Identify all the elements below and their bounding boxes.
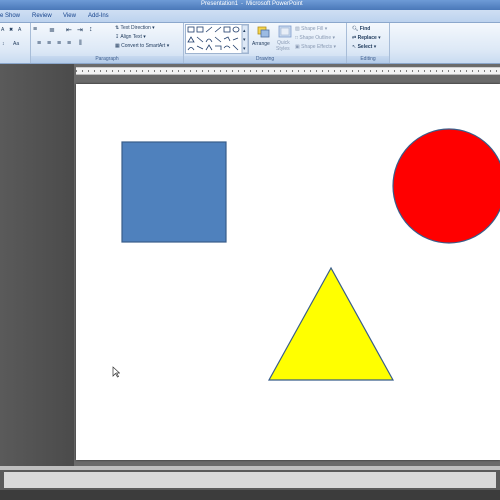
quick-styles-icon bbox=[278, 25, 292, 38]
find-button[interactable]: 🔍︎ Find bbox=[352, 26, 370, 32]
quick-styles-label-2: Styles bbox=[276, 46, 290, 52]
drawing-group-label: Drawing bbox=[184, 56, 346, 63]
decrease-indent-icon[interactable]: ⇤ bbox=[66, 26, 72, 34]
yellow-triangle-shape[interactable] bbox=[267, 266, 395, 381]
notes-splitter[interactable] bbox=[0, 466, 500, 470]
shape-fill-label: Shape Fill bbox=[301, 26, 324, 32]
slides-pane bbox=[0, 64, 74, 466]
arrange-icon bbox=[257, 26, 270, 38]
shape-effects-label: Shape Effects bbox=[301, 44, 333, 50]
font-spacing-icon[interactable]: ↕ bbox=[2, 41, 5, 47]
arrange-label: Arrange bbox=[252, 41, 270, 47]
convert-smartart-button[interactable]: ▦ Convert to SmartArt ▾ bbox=[115, 43, 169, 49]
font-group-partial: A ✖ A ↕ Aa bbox=[0, 23, 31, 63]
tab-review[interactable]: Review bbox=[32, 13, 52, 19]
horizontal-ruler bbox=[76, 67, 500, 75]
text-direction-button[interactable]: ⇅ Text Direction ▾ bbox=[115, 25, 155, 31]
bullets-icon[interactable]: ≡ bbox=[33, 26, 37, 33]
drawing-group: ▴ ▾ ▾ Arrange Quick Styles ▧ Shape Fill … bbox=[184, 23, 347, 63]
align-text-button[interactable]: ↧ Align Text ▾ bbox=[115, 34, 146, 40]
font-icon[interactable]: A bbox=[18, 27, 21, 33]
shapes-gallery[interactable]: ▴ ▾ ▾ bbox=[185, 24, 249, 54]
find-icon: 🔍︎ bbox=[352, 26, 359, 32]
align-left-icon[interactable]: ≡ bbox=[37, 40, 41, 47]
slide-canvas[interactable] bbox=[76, 84, 500, 460]
red-circle-shape[interactable] bbox=[392, 128, 500, 244]
columns-icon[interactable]: ‖ bbox=[79, 40, 82, 47]
replace-button[interactable]: ⇄ Replace ▾ bbox=[352, 35, 381, 41]
shape-fill-button[interactable]: ▧ Shape Fill ▾ bbox=[295, 26, 327, 32]
shape-effects-button[interactable]: ▣ Shape Effects ▾ bbox=[295, 44, 336, 50]
notes-pane bbox=[0, 466, 500, 500]
window-title: Presentation1- Microsoft PowerPoint bbox=[201, 1, 303, 7]
arrange-button[interactable]: Arrange bbox=[252, 25, 274, 55]
shape-outline-button[interactable]: □ Shape Outline ▾ bbox=[295, 35, 335, 41]
ruler-ticks bbox=[76, 70, 500, 72]
window-title-app: Microsoft PowerPoint bbox=[246, 1, 303, 7]
replace-label: Replace bbox=[357, 35, 377, 41]
blue-rectangle-shape[interactable] bbox=[121, 141, 227, 243]
select-button[interactable]: ↖ Select ▾ bbox=[352, 44, 376, 50]
convert-smartart-label: Convert to SmartArt bbox=[121, 43, 166, 49]
slide-shapes bbox=[121, 128, 500, 381]
quick-styles-button[interactable]: Quick Styles bbox=[276, 25, 294, 55]
font-size-icon[interactable]: A bbox=[1, 27, 4, 33]
mouse-cursor bbox=[112, 366, 120, 378]
ribbon: A ✖ A ↕ Aa ≡ ≣ ⇤ ⇥ ↕ ≡ ≡ ≡ ≡ ‖ ⇅ Text Di… bbox=[0, 23, 500, 64]
numbering-icon[interactable]: ≣ bbox=[49, 26, 55, 34]
select-icon: ↖ bbox=[352, 44, 357, 50]
tab-view[interactable]: View bbox=[63, 13, 76, 19]
notes-area[interactable] bbox=[4, 472, 496, 488]
justify-icon[interactable]: ≡ bbox=[67, 40, 71, 47]
window-title-doc: Presentation1 bbox=[201, 1, 239, 7]
replace-icon: ⇄ bbox=[352, 35, 357, 41]
tab-add-ins[interactable]: Add-Ins bbox=[88, 13, 109, 19]
editing-group-label: Editing bbox=[347, 56, 389, 63]
change-case-icon[interactable]: Aa bbox=[13, 41, 19, 47]
paragraph-group: ≡ ≣ ⇤ ⇥ ↕ ≡ ≡ ≡ ≡ ‖ ⇅ Text Direction ▾ ↧… bbox=[31, 23, 184, 63]
clear-format-icon[interactable]: ✖ bbox=[9, 27, 13, 33]
editing-group: 🔍︎ Find ⇄ Replace ▾ ↖ Select ▾ Editing bbox=[347, 23, 390, 63]
tab-slide-show[interactable]: e Show bbox=[0, 13, 20, 19]
align-right-icon[interactable]: ≡ bbox=[57, 40, 61, 47]
title-bar: Presentation1- Microsoft PowerPoint bbox=[0, 0, 500, 10]
increase-indent-icon[interactable]: ⇥ bbox=[77, 26, 83, 34]
paragraph-group-label: Paragraph bbox=[31, 56, 183, 63]
shape-outline-label: Shape Outline bbox=[299, 35, 332, 41]
align-text-label: Align Text bbox=[120, 34, 142, 40]
align-center-icon[interactable]: ≡ bbox=[47, 40, 51, 47]
ribbon-tabs: e Show Review View Add-Ins bbox=[0, 10, 500, 23]
find-label: Find bbox=[359, 26, 371, 32]
line-spacing-icon[interactable]: ↕ bbox=[89, 26, 93, 33]
status-bar bbox=[0, 490, 500, 500]
text-direction-label: Text Direction bbox=[120, 25, 151, 31]
select-label: Select bbox=[357, 44, 373, 50]
